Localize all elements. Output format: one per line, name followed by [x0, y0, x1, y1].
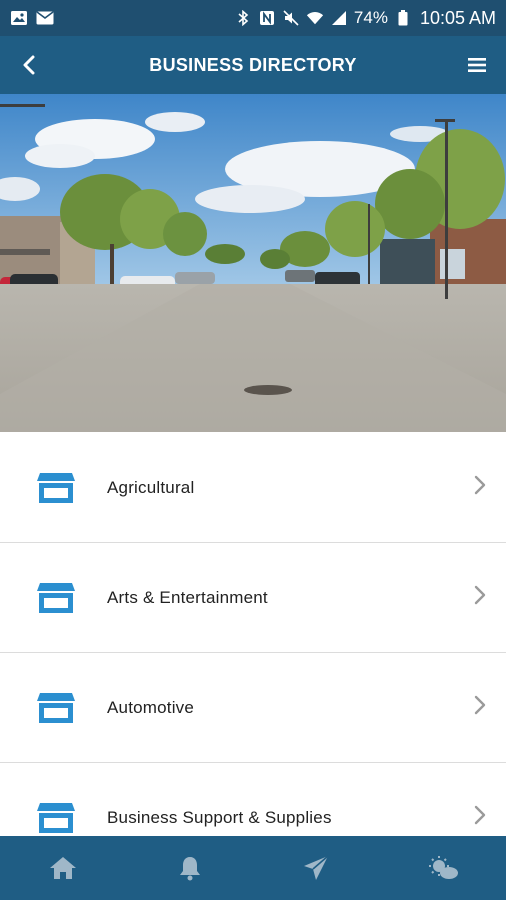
- hero-street-photo: [0, 94, 506, 432]
- category-label: Arts & Entertainment: [107, 587, 268, 607]
- menu-button[interactable]: [462, 50, 492, 80]
- battery-percent: 74%: [353, 8, 388, 27]
- status-bar: 74% 10:05 AM: [0, 0, 506, 36]
- category-label: Agricultural: [107, 477, 195, 497]
- list-item-automotive[interactable]: Automotive: [0, 653, 506, 763]
- storefront-icon: [37, 473, 75, 503]
- chevron-right-icon: [474, 805, 486, 825]
- hamburger-menu-icon: [468, 58, 486, 72]
- weather-icon: [428, 856, 458, 879]
- battery-icon: [394, 10, 412, 26]
- bottom-navigation: [0, 836, 506, 900]
- nav-send-button[interactable]: [286, 843, 346, 893]
- category-label: Business Support & Supplies: [107, 807, 332, 827]
- nav-notifications-button[interactable]: [160, 843, 220, 893]
- send-icon: [304, 855, 329, 880]
- list-item-business-support-supplies[interactable]: Business Support & Supplies: [0, 763, 506, 836]
- storefront-icon: [37, 803, 75, 833]
- street-photo: [0, 94, 506, 432]
- signal-icon: [330, 10, 348, 26]
- nav-home-button[interactable]: [33, 843, 93, 893]
- chevron-left-icon: [23, 55, 35, 75]
- nfc-icon: [258, 10, 276, 26]
- category-label: Automotive: [107, 697, 195, 717]
- mail-icon: [36, 10, 54, 26]
- status-left: [10, 10, 54, 26]
- bluetooth-icon: [234, 10, 252, 26]
- wifi-icon: [306, 10, 324, 26]
- clock-time: 10:05 AM: [419, 7, 496, 28]
- status-right: 74% 10:05 AM: [234, 8, 496, 29]
- category-list: Agricultural Arts & Entertainment Automo…: [0, 433, 506, 836]
- list-item-arts-entertainment[interactable]: Arts & Entertainment: [0, 543, 506, 653]
- storefront-icon: [37, 583, 75, 613]
- chevron-right-icon: [474, 475, 486, 495]
- home-icon: [50, 857, 77, 879]
- app-header: BUSINESS DIRECTORY: [0, 36, 506, 94]
- page-title: BUSINESS DIRECTORY: [149, 54, 357, 75]
- list-item-agricultural[interactable]: Agricultural: [0, 433, 506, 543]
- chevron-right-icon: [474, 695, 486, 715]
- image-icon: [10, 10, 28, 26]
- storefront-icon: [37, 693, 75, 723]
- nav-weather-button[interactable]: [413, 843, 473, 893]
- bell-icon: [179, 857, 200, 881]
- mute-icon: [282, 10, 300, 26]
- chevron-right-icon: [474, 585, 486, 605]
- back-button[interactable]: [14, 50, 44, 80]
